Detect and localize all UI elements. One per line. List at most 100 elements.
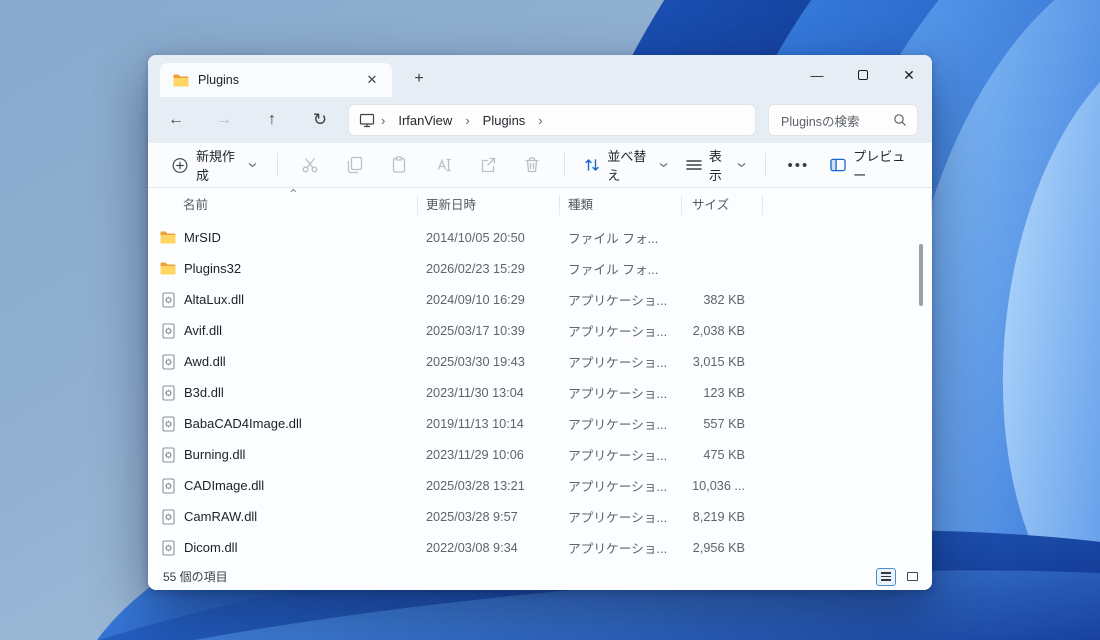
chevron-down-icon — [248, 162, 257, 168]
tab-close-icon[interactable]: ✕ — [362, 70, 382, 90]
view-toggle-group — [876, 567, 922, 586]
table-row[interactable]: CamRAW.dll 2025/03/28 9:57 アプリケーショ... 8,… — [148, 501, 932, 532]
maximize-button[interactable] — [840, 55, 886, 95]
search-input[interactable]: Pluginsの検索 — [768, 104, 918, 136]
file-type: アプリケーショ... — [568, 542, 668, 556]
chevron-right-icon: › — [538, 112, 543, 128]
view-button[interactable]: 表示 — [677, 140, 755, 190]
dll-file-icon — [160, 384, 176, 401]
details-view-icon — [881, 572, 891, 581]
file-type: ファイル フォ... — [568, 263, 659, 277]
dll-file-icon — [160, 291, 176, 308]
chevron-down-icon — [737, 162, 746, 168]
file-size: 557 KB — [703, 416, 745, 431]
file-type: アプリケーショ... — [568, 449, 668, 463]
large-icons-view-icon — [906, 572, 918, 581]
file-date-modified: 2025/03/28 9:57 — [426, 509, 518, 524]
file-date-modified: 2019/11/13 10:14 — [426, 416, 524, 431]
chevron-right-icon: › — [465, 112, 470, 128]
table-row[interactable]: CADImage.dll 2025/03/28 13:21 アプリケーショ...… — [148, 470, 932, 501]
breadcrumb[interactable]: › IrfanView › Plugins › — [348, 104, 756, 136]
details-view-button[interactable] — [876, 567, 896, 586]
table-row[interactable]: B3d.dll 2023/11/30 13:04 アプリケーショ... 123 … — [148, 377, 932, 408]
file-name: Avif.dll — [184, 323, 223, 338]
file-name: Awd.dll — [184, 354, 226, 369]
file-name: AltaLux.dll — [184, 292, 244, 307]
table-row[interactable]: MrSID 2014/10/05 20:50 ファイル フォ... — [148, 222, 932, 253]
search-placeholder: Pluginsの検索 — [781, 114, 860, 129]
file-date-modified: 2023/11/29 10:06 — [426, 447, 524, 462]
paste-icon — [390, 155, 408, 175]
column-header-type[interactable]: 種類 — [560, 195, 682, 215]
preview-button[interactable]: プレビュー — [821, 140, 920, 190]
new-item-icon — [172, 157, 188, 173]
sort-button[interactable]: 並べ替え — [575, 140, 677, 190]
file-type: ファイル フォ... — [568, 232, 659, 246]
tab-title: Plugins — [198, 73, 239, 87]
sort-label: 並べ替え — [607, 149, 647, 183]
tab-plugins[interactable]: Plugins ✕ — [160, 63, 392, 97]
folder-icon — [173, 72, 189, 88]
file-name: CamRAW.dll — [184, 509, 258, 524]
close-button[interactable]: ✕ — [886, 55, 932, 95]
refresh-icon[interactable]: ↻ — [308, 108, 332, 132]
status-bar: 55 個の項目 — [148, 563, 932, 590]
up-icon[interactable]: ↑ — [260, 108, 284, 132]
back-icon[interactable]: ← — [164, 108, 188, 132]
file-size: 3,015 KB — [692, 354, 745, 369]
share-icon — [479, 155, 497, 175]
large-icons-view-button[interactable] — [902, 568, 922, 586]
folder-icon — [160, 230, 176, 246]
file-name: MrSID — [184, 230, 221, 245]
dll-file-icon — [160, 446, 176, 463]
new-tab-button[interactable]: + — [406, 66, 432, 92]
file-type: アプリケーショ... — [568, 356, 668, 370]
table-row[interactable]: Dicom.dll 2022/03/08 9:34 アプリケーショ... 2,9… — [148, 532, 932, 563]
file-list: MrSID 2014/10/05 20:50 ファイル フォ... Plugin… — [148, 222, 932, 563]
table-row[interactable]: Burning.dll 2023/11/29 10:06 アプリケーショ... … — [148, 439, 932, 470]
sort-icon — [584, 157, 600, 173]
file-date-modified: 2025/03/28 13:21 — [426, 478, 525, 493]
table-row[interactable]: Plugins32 2026/02/23 15:29 ファイル フォ... — [148, 253, 932, 284]
list-header: ⌃ 名前 更新日時 種類 サイズ — [148, 187, 932, 222]
more-options-icon[interactable]: ••• — [788, 157, 810, 174]
file-size: 475 KB — [703, 447, 745, 462]
breadcrumb-item-plugins[interactable]: Plugins — [476, 110, 533, 131]
dll-file-icon — [160, 415, 176, 432]
toolbar-divider — [277, 153, 279, 177]
preview-icon — [830, 157, 846, 173]
minimize-button[interactable]: — — [794, 55, 840, 95]
file-type: アプリケーショ... — [568, 480, 668, 494]
sort-ascending-icon: ⌃ — [288, 187, 299, 201]
table-row[interactable]: Awd.dll 2025/03/30 19:43 アプリケーショ... 3,01… — [148, 346, 932, 377]
file-type: アプリケーショ... — [568, 294, 668, 308]
file-size: 10,036 ... — [692, 478, 745, 493]
dll-file-icon — [160, 477, 176, 494]
toolbar-divider — [764, 153, 766, 177]
column-header-size[interactable]: サイズ — [682, 195, 763, 215]
forward-icon: → — [216, 111, 232, 128]
window-controls: — ✕ — [794, 55, 932, 95]
column-header-spacer — [763, 195, 932, 215]
dll-file-icon — [160, 353, 176, 370]
file-name: B3d.dll — [184, 385, 224, 400]
toolbar-divider — [564, 153, 566, 177]
file-date-modified: 2025/03/30 19:43 — [426, 354, 525, 369]
column-header-date[interactable]: 更新日時 — [418, 195, 560, 215]
file-size: 2,038 KB — [692, 323, 745, 338]
table-row[interactable]: BabaCAD4Image.dll 2019/11/13 10:14 アプリケー… — [148, 408, 932, 439]
file-name: CADImage.dll — [184, 478, 265, 493]
rename-icon — [434, 155, 452, 175]
file-type: アプリケーショ... — [568, 325, 668, 339]
vertical-scrollbar[interactable] — [919, 244, 923, 306]
table-row[interactable]: Avif.dll 2025/03/17 10:39 アプリケーショ... 2,0… — [148, 315, 932, 346]
view-icon — [686, 157, 702, 173]
table-row[interactable]: AltaLux.dll 2024/09/10 16:29 アプリケーショ... … — [148, 284, 932, 315]
file-date-modified: 2026/02/23 15:29 — [426, 261, 525, 276]
navigation-bar: ← → ↑ ↻ › IrfanView › Plugins › Pluginsの… — [148, 97, 932, 143]
new-item-button[interactable]: 新規作成 — [162, 140, 267, 190]
chevron-down-icon — [659, 162, 668, 168]
breadcrumb-item-irfanview[interactable]: IrfanView — [391, 110, 459, 131]
file-date-modified: 2024/09/10 16:29 — [426, 292, 525, 307]
this-pc-icon — [359, 112, 375, 128]
